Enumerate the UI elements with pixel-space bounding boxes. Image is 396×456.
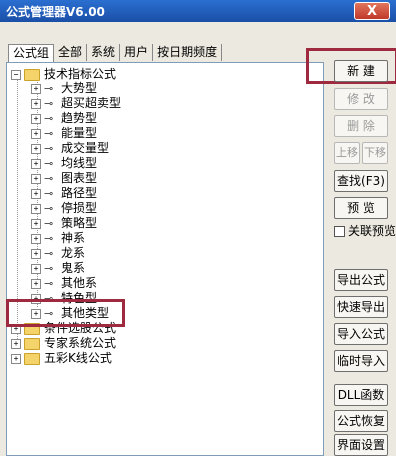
tab-all[interactable]: 全部 (54, 44, 88, 61)
dll-function-button[interactable]: DLL函数 (334, 384, 388, 406)
tree-node[interactable]: + ⊸ 超买超卖型 (31, 95, 121, 111)
export-formula-button[interactable]: 导出公式 (334, 269, 388, 291)
expand-icon[interactable]: + (31, 218, 41, 229)
ui-settings-button[interactable]: 界面设置 (334, 434, 388, 456)
tree-node-label: 鬼系 (61, 261, 86, 275)
title-bar: 公式管理器V6.00 X (0, 0, 396, 22)
delete-button[interactable]: 删 除 (334, 115, 388, 137)
expand-icon[interactable]: + (31, 98, 41, 109)
move-up-button[interactable]: 上移 (334, 142, 360, 164)
tree-node[interactable]: + ⊸ 图表型 (31, 170, 97, 186)
window-title: 公式管理器V6.00 (6, 5, 105, 19)
tab-formula-group[interactable]: 公式组 (8, 44, 55, 63)
preview-button[interactable]: 预 览 (334, 197, 388, 219)
expand-icon[interactable]: + (31, 128, 41, 139)
tree-node-label: 其他系 (61, 276, 98, 290)
new-button[interactable]: 新 建 (334, 60, 388, 82)
formula-tree[interactable]: − 技术指标公式 + ⊸ 大势型 + ⊸ 超买超卖型 + ⊸ 趋势型 + ⊸ 能量型 + ⊸ 成交量型… (6, 62, 324, 456)
tree-node-label: 趋势型 (61, 111, 98, 125)
tab-system[interactable]: 系统 (87, 44, 121, 61)
tree-node-expert-system[interactable]: + 专家系统公式 (11, 335, 116, 351)
tree-node-label: 均线型 (61, 156, 98, 170)
tree-node-label: 图表型 (61, 171, 98, 185)
expand-icon[interactable]: + (31, 83, 41, 94)
folder-icon (24, 337, 40, 350)
temp-import-button[interactable]: 临时导入 (334, 350, 388, 372)
tree-node[interactable]: + ⊸ 其他系 (31, 275, 97, 291)
tree-node-label: 专家系统公式 (44, 336, 117, 350)
tree-node[interactable]: + ⊸ 神系 (31, 230, 85, 246)
checkbox-box[interactable] (334, 226, 345, 237)
tree-node[interactable]: + ⊸ 路径型 (31, 185, 97, 201)
tree-node[interactable]: + ⊸ 能量型 (31, 125, 97, 141)
expand-icon[interactable]: + (31, 113, 41, 124)
tree-node-label: 能量型 (61, 126, 98, 140)
folder-icon (24, 352, 40, 365)
expand-icon[interactable]: + (31, 263, 41, 274)
collapse-icon[interactable]: − (11, 69, 21, 80)
linked-preview-checkbox[interactable]: 关联预览 (334, 222, 396, 239)
tree-node[interactable]: + ⊸ 龙系 (31, 245, 85, 261)
tree-node-colored-kline[interactable]: + 五彩K线公式 (11, 350, 112, 366)
edit-button[interactable]: 修 改 (334, 88, 388, 110)
tree-node[interactable]: + ⊸ 趋势型 (31, 110, 97, 126)
expand-icon[interactable]: + (31, 173, 41, 184)
highlight-box-condition-stock (6, 299, 125, 327)
tree-node-label: 神系 (61, 231, 86, 245)
tab-user[interactable]: 用户 (120, 44, 154, 61)
import-formula-button[interactable]: 导入公式 (334, 323, 388, 345)
move-down-button[interactable]: 下移 (362, 142, 388, 164)
close-button[interactable]: X (354, 2, 390, 20)
tree-node[interactable]: + ⊸ 策略型 (31, 215, 97, 231)
expand-icon[interactable]: + (11, 353, 21, 364)
folder-icon (24, 68, 40, 81)
tree-node-label: 停损型 (61, 201, 98, 215)
expand-icon[interactable]: + (31, 248, 41, 259)
tab-by-date[interactable]: 按日期频度 (153, 44, 223, 61)
expand-icon[interactable]: + (31, 143, 41, 154)
tree-node[interactable]: + ⊸ 鬼系 (31, 260, 85, 276)
tree-node-label: 路径型 (61, 186, 98, 200)
expand-icon[interactable]: + (11, 338, 21, 349)
tree-node-label: 成交量型 (61, 141, 110, 155)
tree-node-label: 技术指标公式 (44, 67, 117, 81)
tree-node[interactable]: + ⊸ 成交量型 (31, 140, 109, 156)
find-button[interactable]: 查找(F3) (334, 170, 388, 192)
tree-node[interactable]: + ⊸ 停损型 (31, 200, 97, 216)
expand-icon[interactable]: + (31, 233, 41, 244)
linked-preview-label: 关联预览 (348, 224, 396, 238)
tree-node-label: 超买超卖型 (61, 96, 122, 110)
expand-icon[interactable]: + (31, 203, 41, 214)
tree-node-label: 五彩K线公式 (44, 351, 112, 365)
restore-formula-button[interactable]: 公式恢复 (334, 410, 388, 432)
expand-icon[interactable]: + (31, 158, 41, 169)
tree-node[interactable]: + ⊸ 均线型 (31, 155, 97, 171)
tab-bar: 公式组 全部 系统 用户 按日期频度 (8, 44, 223, 63)
tree-node-label: 龙系 (61, 246, 86, 260)
expand-icon[interactable]: + (31, 188, 41, 199)
expand-icon[interactable]: + (31, 278, 41, 289)
tree-node-label: 大势型 (61, 81, 98, 95)
quick-export-button[interactable]: 快速导出 (334, 296, 388, 318)
tree-node[interactable]: + ⊸ 大势型 (31, 80, 97, 96)
tree-node-label: 策略型 (61, 216, 98, 230)
